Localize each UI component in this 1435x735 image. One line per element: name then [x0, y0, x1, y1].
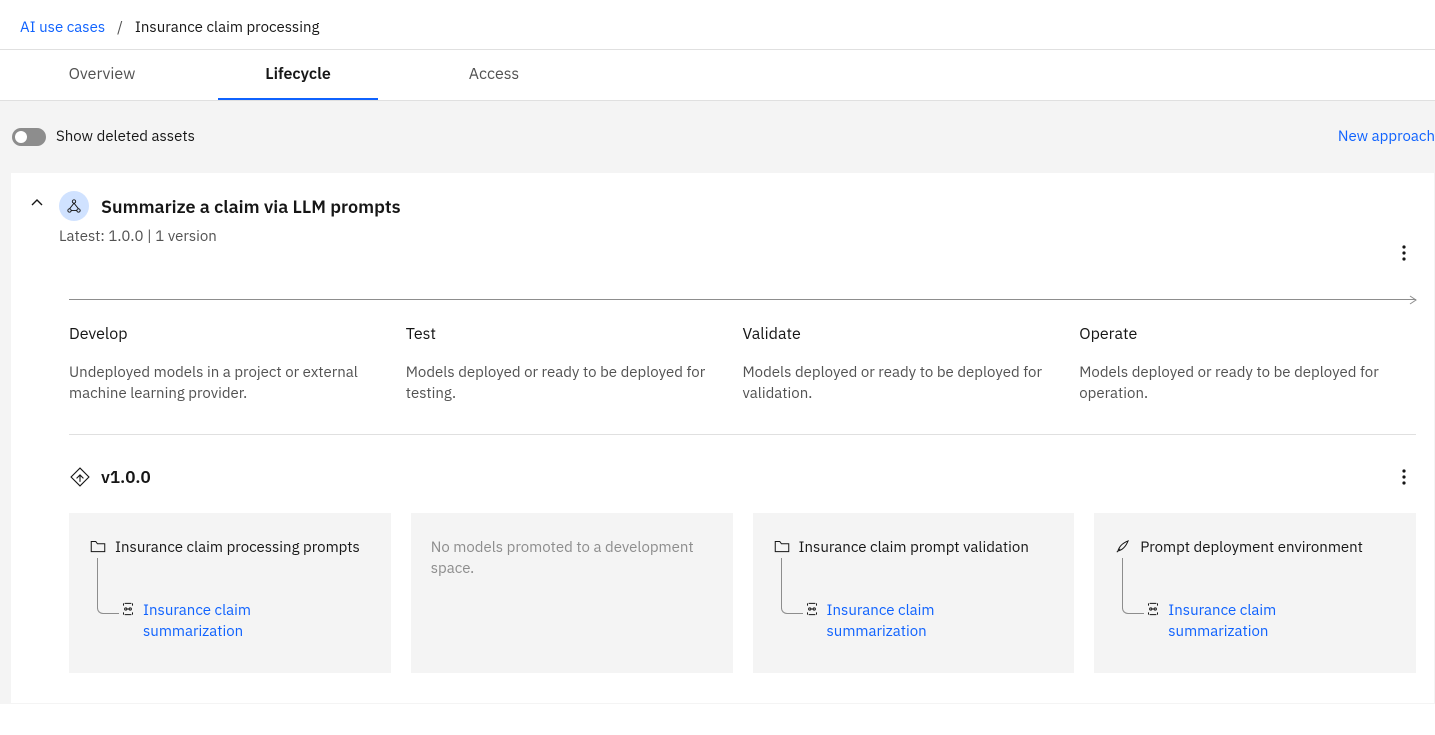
stage-validate-desc: Models deployed or ready to be deployed … — [743, 362, 1060, 404]
approach-meta: Latest: 1.0.0 | 1 version — [59, 227, 401, 246]
tree-connector — [781, 558, 803, 614]
stage-flow-arrow — [69, 299, 1416, 300]
approach-header: Summarize a claim via LLM prompts Latest… — [29, 191, 401, 246]
stage-develop: Develop Undeployed models in a project o… — [69, 324, 406, 404]
card-operate: Prompt deployment environment Insura — [1094, 513, 1416, 673]
stage-cards: Insurance claim processing prompts I — [69, 513, 1416, 673]
stage-validate-title: Validate — [743, 324, 1060, 344]
stage-test-title: Test — [406, 324, 723, 344]
stage-test: Test Models deployed or ready to be depl… — [406, 324, 743, 404]
card-validate: Insurance claim prompt validation In — [753, 513, 1075, 673]
approach-overflow-menu[interactable] — [1392, 241, 1416, 265]
prompt-icon — [803, 600, 821, 618]
lifecycle-area: Show deleted assets New approach — [0, 101, 1435, 704]
rocket-icon — [1114, 537, 1132, 555]
version-row: v1.0.0 — [69, 465, 1416, 489]
prompt-icon — [1144, 600, 1162, 618]
stage-test-desc: Models deployed or ready to be deployed … — [406, 362, 723, 404]
chevron-up-icon[interactable] — [29, 195, 45, 211]
toolbar: Show deleted assets New approach — [0, 101, 1435, 172]
stage-develop-desc: Undeployed models in a project or extern… — [69, 362, 386, 404]
card-test-empty: No models promoted to a development spac… — [431, 538, 694, 578]
stages-row: Develop Undeployed models in a project o… — [69, 324, 1416, 435]
card-develop-folder: Insurance claim processing prompts — [115, 537, 371, 558]
card-test: No models promoted to a development spac… — [411, 513, 733, 673]
breadcrumb-current: Insurance claim processing — [135, 18, 320, 37]
card-validate-folder: Insurance claim prompt validation — [799, 537, 1055, 558]
tab-lifecycle[interactable]: Lifecycle — [218, 50, 378, 100]
stage-operate: Operate Models deployed or ready to be d… — [1079, 324, 1416, 404]
approach-body: Develop Undeployed models in a project o… — [69, 299, 1416, 673]
stage-develop-title: Develop — [69, 324, 386, 344]
card-develop: Insurance claim processing prompts I — [69, 513, 391, 673]
card-validate-link[interactable]: Insurance claim summarization — [827, 600, 987, 642]
folder-icon — [773, 537, 791, 555]
version-overflow-menu[interactable] — [1392, 465, 1416, 489]
card-operate-folder: Prompt deployment environment — [1140, 537, 1396, 558]
tab-overview[interactable]: Overview — [22, 50, 182, 100]
card-operate-link[interactable]: Insurance claim summarization — [1168, 600, 1328, 642]
prompt-icon — [119, 600, 137, 618]
tree-connector — [1122, 558, 1144, 614]
breadcrumb: AI use cases / Insurance claim processin… — [0, 0, 1435, 50]
new-approach-link[interactable]: New approach — [1338, 127, 1435, 146]
breadcrumb-root-link[interactable]: AI use cases — [20, 18, 105, 37]
tree-connector — [97, 558, 119, 614]
card-develop-link[interactable]: Insurance claim summarization — [143, 600, 303, 642]
toggle-switch[interactable] — [12, 128, 46, 146]
folder-icon — [89, 537, 107, 555]
stage-operate-desc: Models deployed or ready to be deployed … — [1079, 362, 1396, 404]
version-icon — [69, 466, 91, 488]
toggle-label: Show deleted assets — [56, 127, 195, 146]
stage-operate-title: Operate — [1079, 324, 1396, 344]
tab-access[interactable]: Access — [414, 50, 574, 100]
breadcrumb-separator: / — [117, 18, 123, 37]
version-label: v1.0.0 — [101, 466, 151, 488]
stage-validate: Validate Models deployed or ready to be … — [743, 324, 1080, 404]
approach-title: Summarize a claim via LLM prompts — [101, 195, 401, 218]
approach-icon — [59, 191, 89, 221]
toggle-deleted-assets[interactable]: Show deleted assets — [12, 127, 195, 146]
approach-card: Summarize a claim via LLM prompts Latest… — [10, 172, 1435, 704]
tabs: Overview Lifecycle Access — [0, 50, 1435, 101]
